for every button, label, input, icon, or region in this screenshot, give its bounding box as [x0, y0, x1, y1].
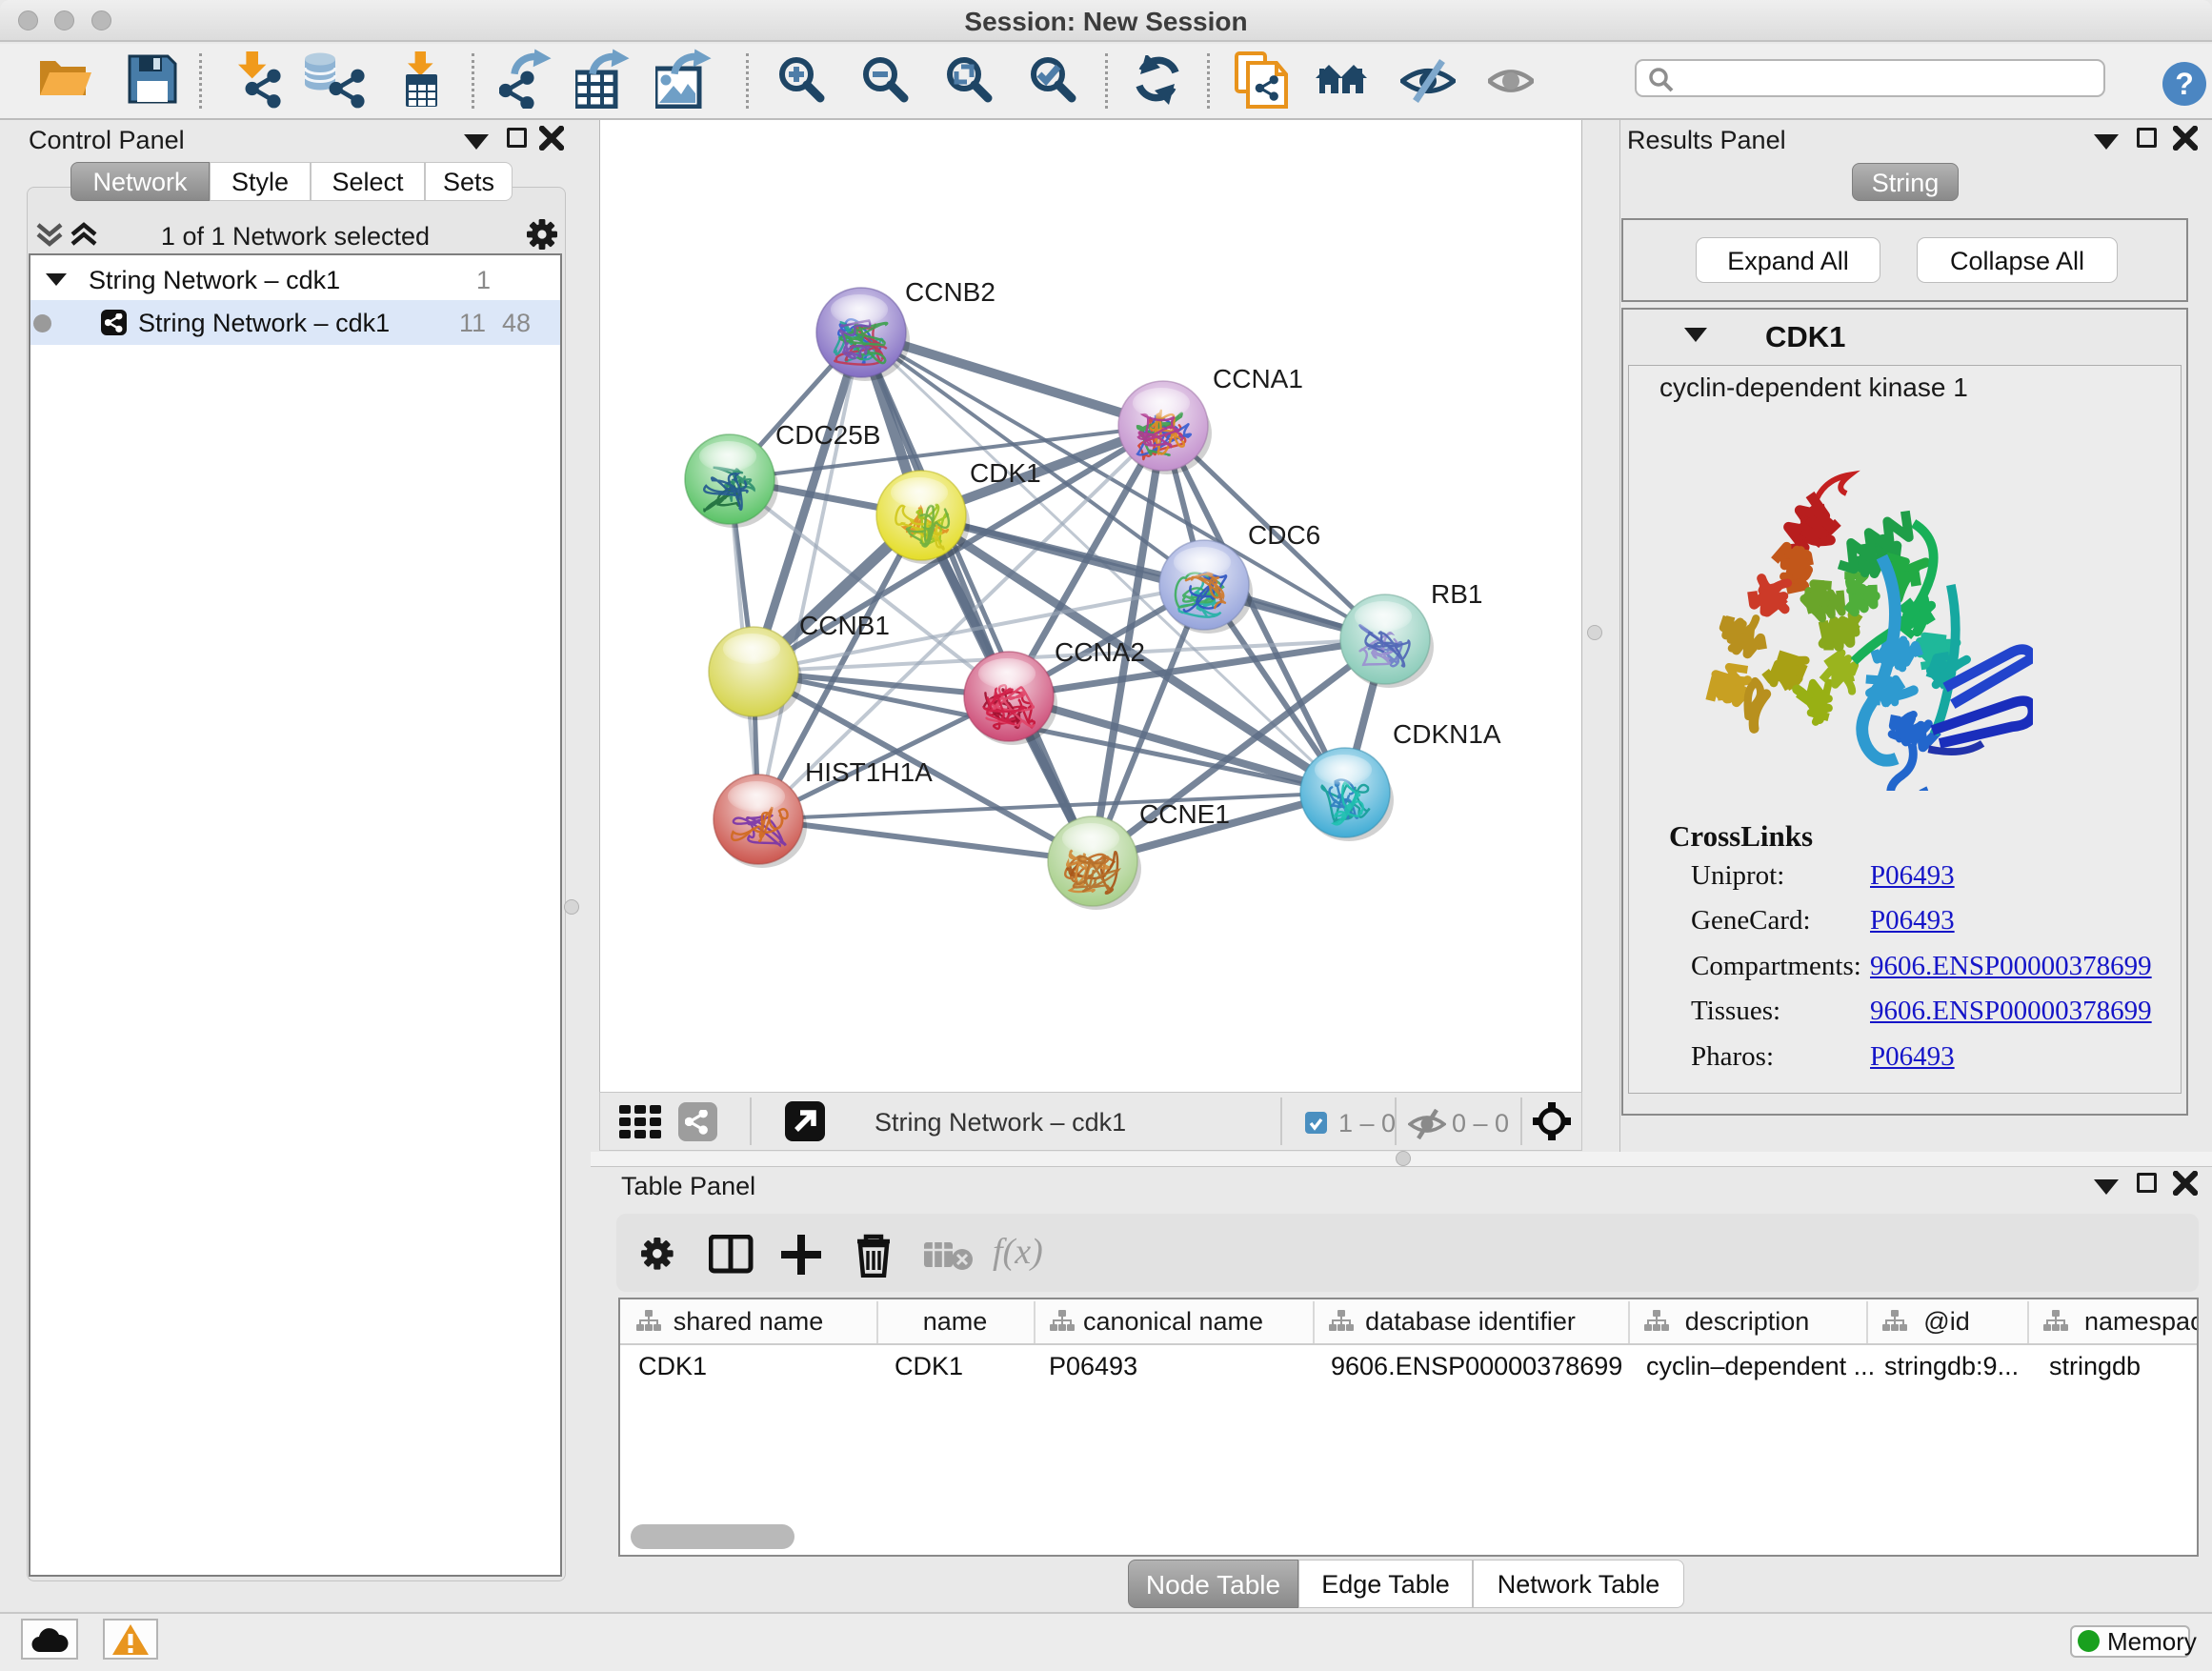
- svg-text:CCNB2: CCNB2: [905, 277, 995, 307]
- svg-text:CDC6: CDC6: [1248, 520, 1320, 550]
- svg-text:CDK1: CDK1: [970, 458, 1041, 488]
- svg-text:CCNA1: CCNA1: [1213, 364, 1303, 393]
- svg-text:CCNE1: CCNE1: [1139, 799, 1230, 829]
- svg-text:HIST1H1A: HIST1H1A: [805, 757, 933, 787]
- svg-text:RB1: RB1: [1431, 579, 1482, 609]
- svg-text:CDKN1A: CDKN1A: [1393, 719, 1501, 749]
- svg-text:CCNB1: CCNB1: [799, 611, 890, 640]
- svg-text:CCNA2: CCNA2: [1055, 637, 1145, 667]
- svg-text:CDC25B: CDC25B: [775, 420, 880, 450]
